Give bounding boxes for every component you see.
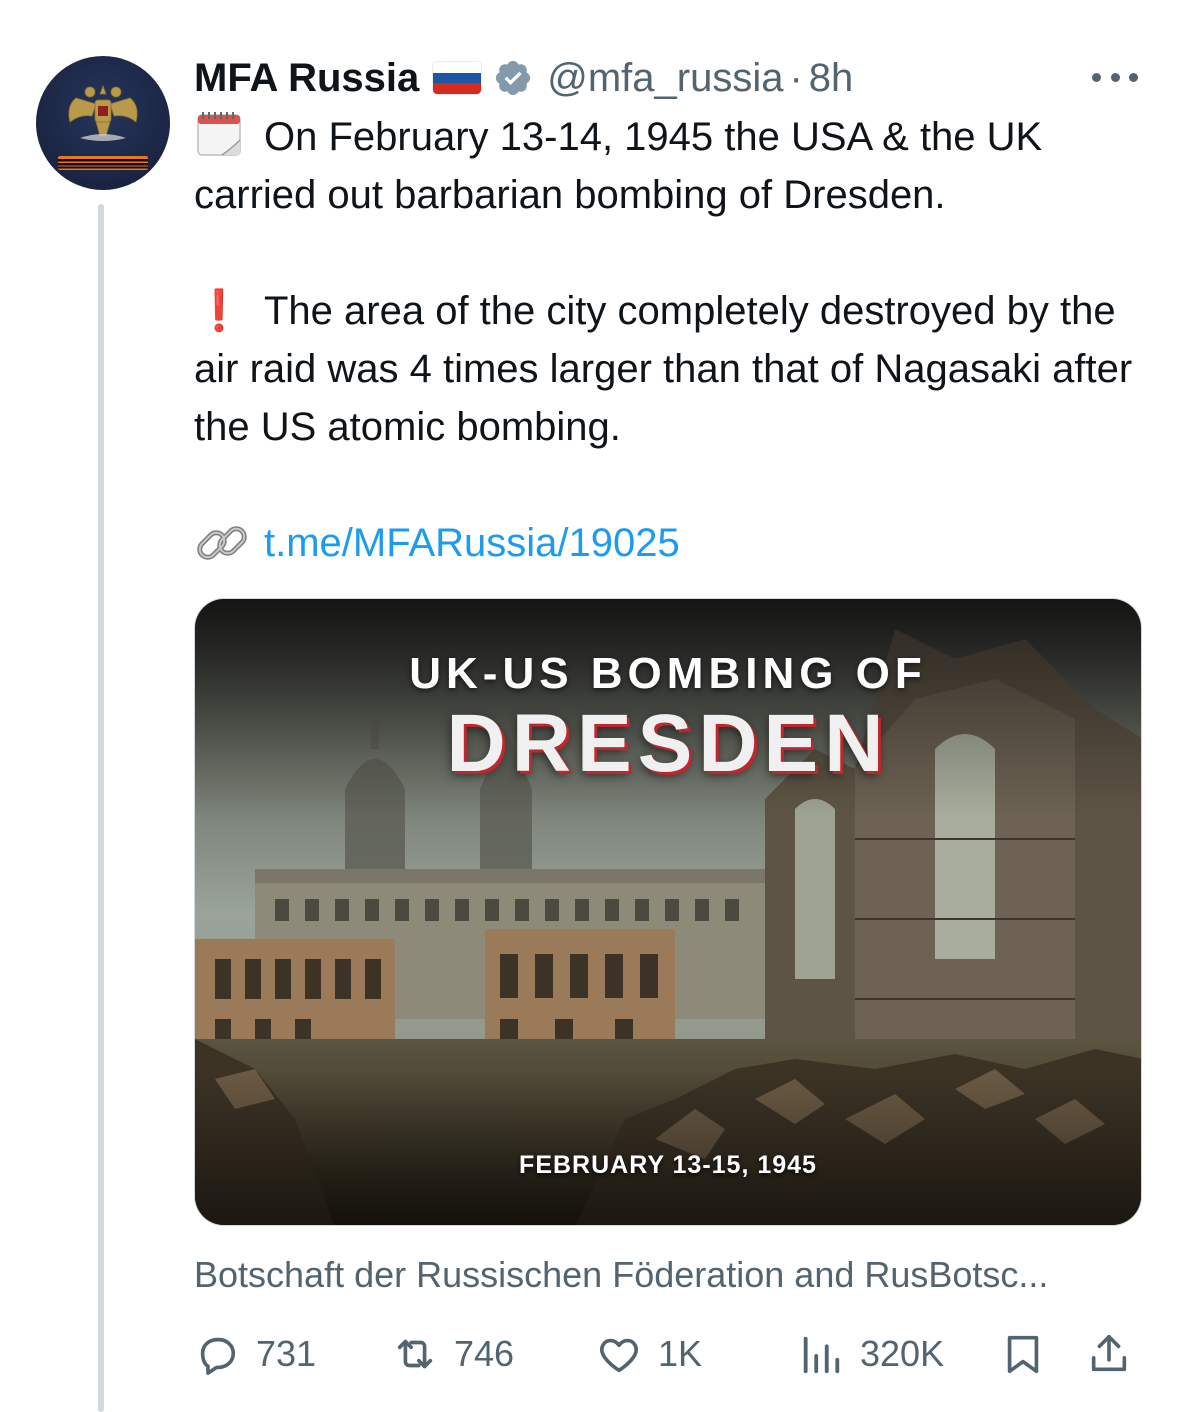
share-icon xyxy=(1091,1334,1127,1372)
views-button[interactable]: 320K xyxy=(798,1328,944,1380)
paragraph-1-text: On February 13-14, 1945 the USA & the UK… xyxy=(194,115,1043,217)
repost-icon xyxy=(397,1339,433,1369)
exclamation-emoji-icon: ❗ xyxy=(194,289,244,333)
like-button[interactable]: 1K xyxy=(596,1328,702,1380)
like-count: 1K xyxy=(658,1333,703,1374)
share-button[interactable] xyxy=(1086,1328,1148,1380)
bookmark-button[interactable] xyxy=(1000,1328,1062,1380)
handle[interactable]: @mfa_russia xyxy=(547,56,783,101)
views-count: 320K xyxy=(860,1333,945,1374)
reply-icon xyxy=(200,1337,236,1375)
mfa-emblem-icon xyxy=(58,84,148,170)
thread-line xyxy=(98,204,104,1412)
display-name[interactable]: MFA Russia xyxy=(194,56,419,101)
tweet-header: MFA Russia @mfa_russia · 8h xyxy=(194,52,853,104)
reply-count: 731 xyxy=(256,1333,317,1374)
image-title-line-2: DRESDEN xyxy=(446,698,890,789)
heart-icon xyxy=(600,1338,638,1373)
verified-badge-icon[interactable] xyxy=(493,58,533,98)
repost-count: 746 xyxy=(454,1333,515,1374)
tweet-paragraph-1: On February 13-14, 1945 the USA & the UK… xyxy=(194,108,1154,224)
repost-button[interactable]: 746 xyxy=(392,1328,514,1380)
separator-dot: · xyxy=(789,55,803,100)
russia-flag-icon xyxy=(433,62,482,94)
bookmark-icon xyxy=(1007,1335,1039,1374)
tweet-image[interactable]: UK-US BOMBING OF DRESDEN FEBRUARY 13-15,… xyxy=(194,598,1142,1226)
tagged-accounts[interactable]: Botschaft der Russischen Föderation and … xyxy=(194,1254,1154,1296)
avatar[interactable] xyxy=(36,56,170,190)
reply-button[interactable]: 731 xyxy=(194,1328,316,1380)
action-bar: 731 746 1K 320K xyxy=(194,1328,1144,1380)
paragraph-2-text: The area of the city completely destroye… xyxy=(194,289,1133,449)
link-emoji-icon xyxy=(197,526,247,560)
timestamp[interactable]: 8h xyxy=(809,56,854,101)
tweet-paragraph-2: ❗ The area of the city completely destroy… xyxy=(194,282,1154,456)
image-date: FEBRUARY 13-15, 1945 xyxy=(519,1151,817,1179)
link-line: t.me/MFARussia/19025 xyxy=(194,514,1154,572)
image-title-line-1: UK-US BOMBING OF xyxy=(409,649,927,698)
more-options-icon[interactable] xyxy=(1092,62,1138,92)
telegram-link[interactable]: t.me/MFARussia/19025 xyxy=(264,514,680,572)
calendar-emoji-icon xyxy=(197,112,241,156)
tweet-text: On February 13-14, 1945 the USA & the UK… xyxy=(194,108,1154,572)
views-chart-icon xyxy=(803,1336,840,1374)
